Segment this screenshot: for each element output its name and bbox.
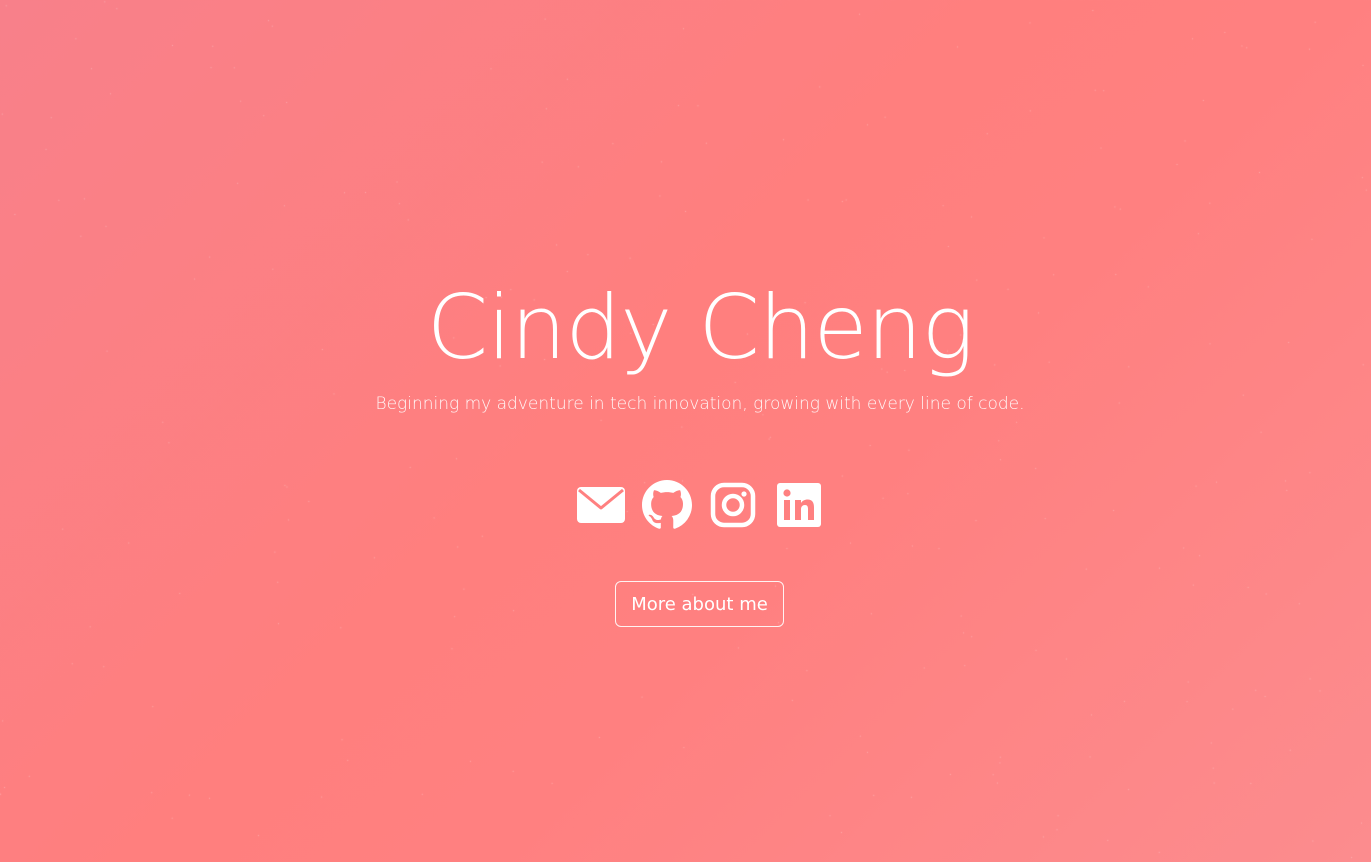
github-icon	[642, 480, 692, 529]
instagram-icon	[710, 482, 756, 528]
envelope-icon	[577, 487, 625, 523]
social-links	[0, 480, 1371, 530]
more-about-me-button[interactable]: More about me	[615, 581, 784, 627]
github-link[interactable]	[642, 480, 692, 530]
hero-section: Cindy Cheng Beginning my adventure in te…	[0, 0, 1371, 862]
tagline: Beginning my adventure in tech innovatio…	[375, 394, 1025, 414]
linkedin-link[interactable]	[774, 480, 824, 530]
email-link[interactable]	[576, 480, 626, 530]
instagram-link[interactable]	[708, 480, 758, 530]
page-title: Cindy Cheng	[426, 276, 975, 379]
linkedin-icon	[777, 483, 821, 527]
